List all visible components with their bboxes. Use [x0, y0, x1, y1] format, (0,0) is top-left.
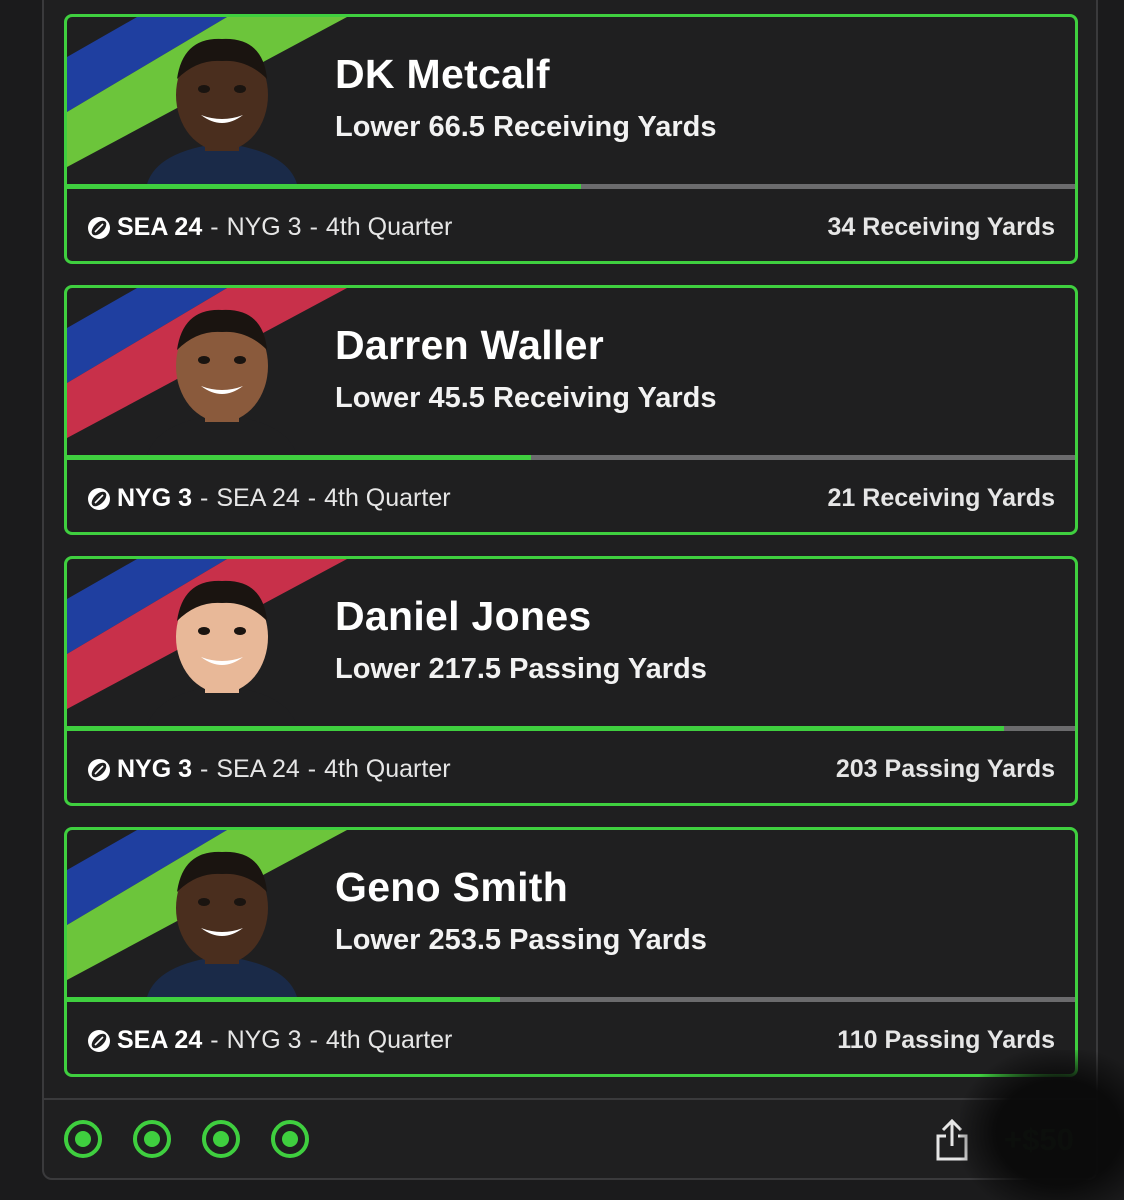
pick-card-footer: NYG 3 - SEA 24 - 4th Quarter 203 Passing…: [67, 731, 1075, 803]
pick-card-header: Daniel Jones Lower 217.5 Passing Yards: [67, 559, 1075, 726]
game-score: SEA 24 - NYG 3 - 4th Quarter: [87, 213, 452, 242]
pick-card-footer: SEA 24 - NYG 3 - 4th Quarter 110 Passing…: [67, 1002, 1075, 1074]
opponent-score: NYG 3: [226, 213, 302, 241]
player-headshot: [147, 851, 297, 997]
team-score: SEA 24: [117, 213, 203, 241]
team-score: SEA 24: [117, 1026, 203, 1054]
player-headshot: [147, 309, 297, 455]
player-name: Geno Smith: [335, 864, 569, 910]
game-period: 4th Quarter: [325, 213, 453, 241]
leg-status-dot: [202, 1120, 240, 1158]
separator: -: [307, 484, 317, 512]
game-period: 4th Quarter: [324, 755, 451, 783]
payout-amount: +$50: [1004, 1122, 1074, 1157]
pick-card-header: DK Metcalf Lower 66.5 Receiving Yards: [67, 17, 1075, 184]
team-score: NYG 3: [117, 755, 193, 783]
pick-card[interactable]: Geno Smith Lower 253.5 Passing Yards SEA…: [64, 827, 1078, 1077]
separator: -: [210, 213, 219, 241]
football-icon: [88, 1029, 110, 1052]
separator: -: [307, 755, 317, 783]
separator: -: [309, 213, 318, 241]
pick-card[interactable]: Daniel Jones Lower 217.5 Passing Yards N…: [64, 556, 1078, 806]
game-period: 4th Quarter: [325, 1026, 453, 1054]
game-period: 4th Quarter: [324, 484, 451, 512]
current-stat: 34 Receiving Yards: [827, 213, 1055, 241]
player-name: Daniel Jones: [335, 593, 592, 639]
separator: -: [210, 1026, 219, 1054]
player-name: DK Metcalf: [335, 51, 550, 97]
footer-divider: [44, 1098, 1096, 1100]
opponent-score: SEA 24: [216, 755, 300, 783]
game-score: NYG 3 - SEA 24 - 4th Quarter: [87, 484, 451, 513]
pick-card-header: Darren Waller Lower 45.5 Receiving Yards: [67, 288, 1075, 455]
separator: -: [200, 755, 209, 783]
share-icon: [936, 1118, 968, 1161]
pick-card-footer: SEA 24 - NYG 3 - 4th Quarter 34 Receivin…: [67, 189, 1075, 261]
player-headshot: [147, 38, 297, 184]
player-name: Darren Waller: [335, 322, 604, 368]
player-headshot: [147, 580, 297, 726]
team-score: NYG 3: [117, 484, 193, 512]
current-stat: 110 Passing Yards: [837, 1026, 1055, 1054]
football-icon: [88, 216, 110, 239]
prop-line: Lower 66.5 Receiving Yards: [335, 111, 717, 143]
football-icon: [88, 487, 110, 510]
opponent-score: SEA 24: [216, 484, 300, 512]
leg-status-dot: [64, 1120, 102, 1158]
prop-line: Lower 45.5 Receiving Yards: [335, 382, 717, 414]
football-icon: [88, 758, 110, 781]
game-score: SEA 24 - NYG 3 - 4th Quarter: [87, 1026, 452, 1055]
pick-card[interactable]: DK Metcalf Lower 66.5 Receiving Yards SE…: [64, 14, 1078, 264]
current-stat: 21 Receiving Yards: [827, 484, 1055, 512]
leg-status-dot: [133, 1120, 171, 1158]
leg-status-indicators: [64, 1120, 309, 1158]
current-stat: 203 Passing Yards: [835, 755, 1055, 783]
separator: -: [200, 484, 209, 512]
prop-line: Lower 217.5 Passing Yards: [335, 653, 707, 685]
opponent-score: NYG 3: [226, 1026, 302, 1054]
pick-card-header: Geno Smith Lower 253.5 Passing Yards: [67, 830, 1075, 997]
share-button[interactable]: [934, 1118, 970, 1162]
game-score: NYG 3 - SEA 24 - 4th Quarter: [87, 755, 451, 784]
separator: -: [309, 1026, 318, 1054]
pick-card[interactable]: Darren Waller Lower 45.5 Receiving Yards…: [64, 285, 1078, 535]
leg-status-dot: [271, 1120, 309, 1158]
pick-card-footer: NYG 3 - SEA 24 - 4th Quarter 21 Receivin…: [67, 460, 1075, 532]
prop-line: Lower 253.5 Passing Yards: [335, 924, 707, 956]
